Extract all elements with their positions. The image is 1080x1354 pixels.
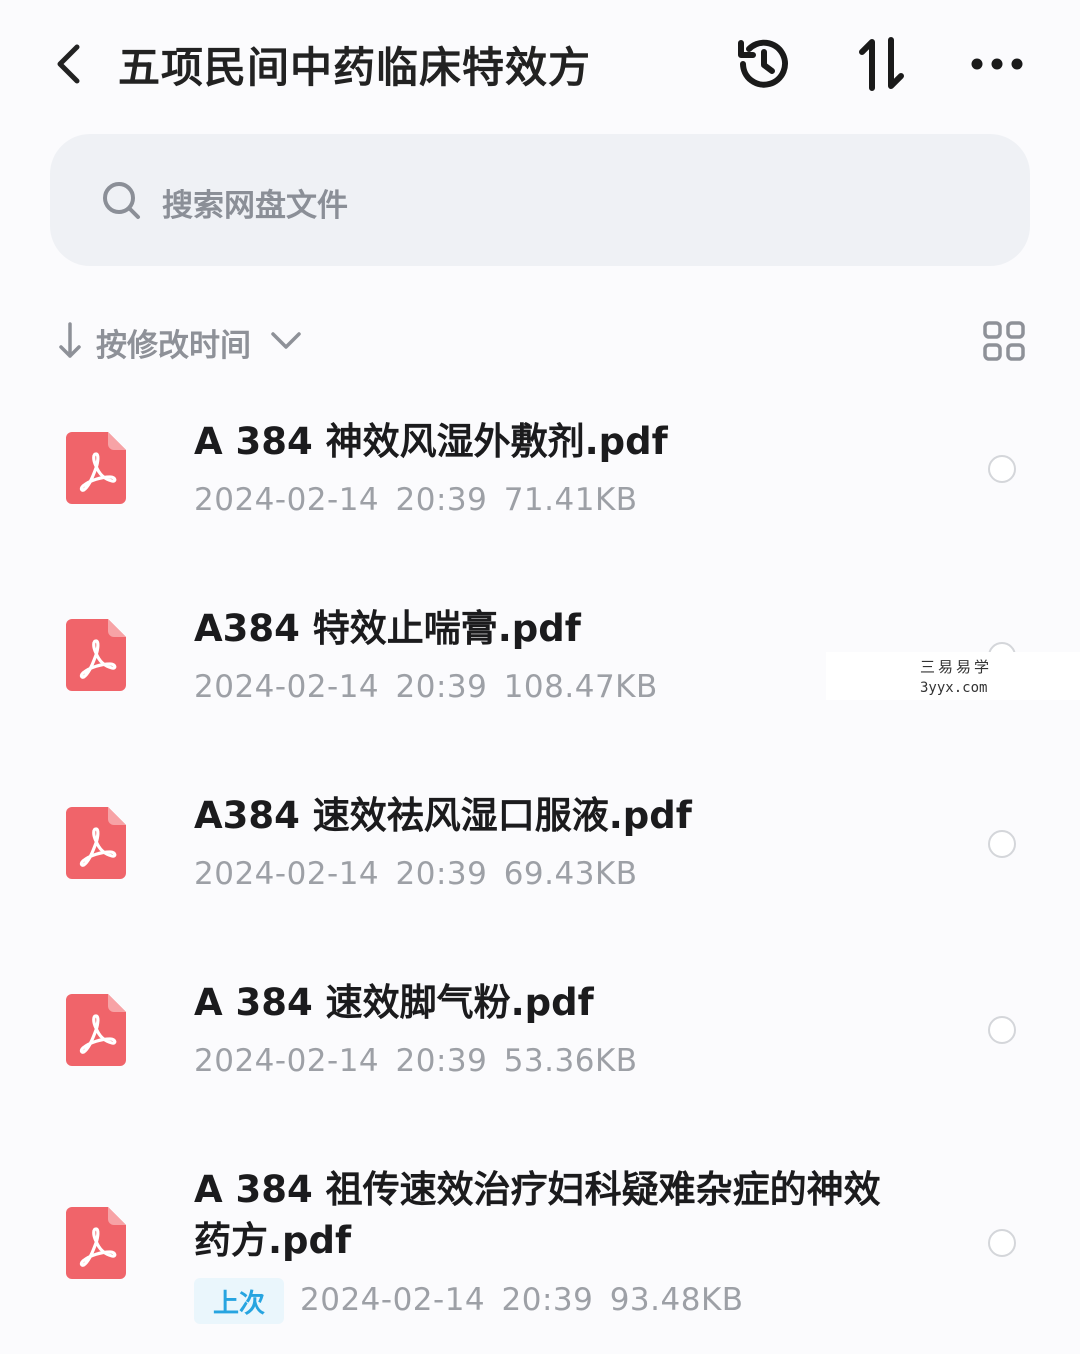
- more-horizontal-icon: [971, 58, 1023, 70]
- transfer-button[interactable]: [854, 34, 910, 94]
- pdf-file-icon: [66, 807, 126, 879]
- grid-view-icon: [983, 321, 1025, 361]
- back-button[interactable]: [44, 40, 92, 88]
- file-name: A384 速效祛风湿口服液.pdf: [194, 794, 692, 837]
- pdf-file-icon: [66, 1207, 126, 1279]
- arrow-down-icon: [58, 322, 82, 364]
- file-meta: 2024-02-14 20:39 69.43KB: [194, 856, 638, 892]
- sort-label[interactable]: 按修改时间: [96, 320, 251, 365]
- page-title: 五项民间中药临床特效方: [118, 43, 592, 92]
- history-button[interactable]: [734, 34, 794, 94]
- watermark-url: 3yyx.com: [920, 680, 988, 696]
- watermark-text: 三易易学: [920, 658, 993, 676]
- file-name: A 384 速效脚气粉.pdf: [194, 981, 594, 1024]
- last-opened-badge: 上次: [194, 1278, 284, 1324]
- search-icon: [102, 181, 142, 221]
- grid-view-button[interactable]: [982, 320, 1028, 362]
- file-meta: 2024-02-14 20:39 93.48KB: [300, 1282, 744, 1318]
- select-radio[interactable]: [988, 830, 1016, 858]
- chevron-left-icon: [57, 44, 80, 84]
- select-radio[interactable]: [988, 455, 1016, 483]
- file-name: A 384 神效风湿外敷剂.pdf: [194, 420, 668, 463]
- select-radio[interactable]: [988, 1229, 1016, 1257]
- file-name-continued: 药方.pdf: [194, 1219, 352, 1262]
- file-name: A 384 祖传速效治疗妇科疑难杂症的神效: [194, 1168, 881, 1211]
- chevron-down-icon: [270, 330, 302, 356]
- file-meta: 2024-02-14 20:39 53.36KB: [194, 1043, 638, 1079]
- transfer-arrows-icon: [859, 37, 904, 91]
- pdf-file-icon: [66, 994, 126, 1066]
- file-name: A384 特效止喘膏.pdf: [194, 607, 581, 650]
- search-input[interactable]: 搜索网盘文件: [162, 180, 348, 225]
- select-radio[interactable]: [988, 1016, 1016, 1044]
- more-button[interactable]: [966, 44, 1028, 84]
- history-icon: [738, 39, 788, 88]
- pdf-file-icon: [66, 619, 126, 691]
- file-meta: 2024-02-14 20:39 71.41KB: [194, 482, 638, 518]
- file-meta: 2024-02-14 20:39 108.47KB: [194, 669, 658, 705]
- pdf-file-icon: [66, 432, 126, 504]
